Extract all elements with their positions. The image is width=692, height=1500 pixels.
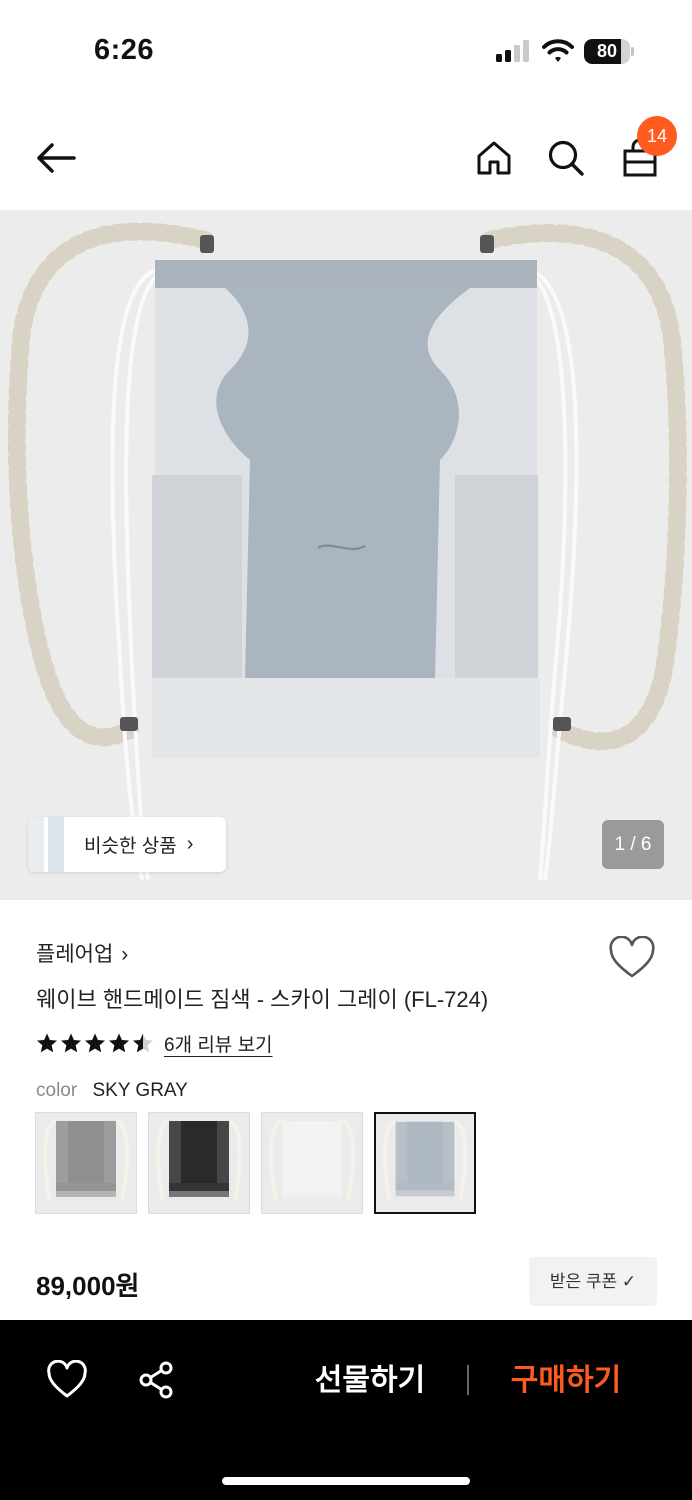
color-swatch-gray[interactable] (35, 1112, 137, 1214)
review-link[interactable]: 6개 리뷰 보기 (164, 1030, 273, 1057)
divider (467, 1365, 469, 1395)
top-nav (0, 110, 692, 206)
search-button[interactable] (542, 134, 590, 182)
battery-level: 80 (596, 41, 618, 61)
image-page-indicator: 1 / 6 (602, 820, 664, 869)
status-bar: 6:26 80 (0, 0, 692, 100)
bottom-action-bar (0, 1320, 692, 1500)
brand-link[interactable]: 플레어업 › (36, 938, 128, 968)
search-icon (548, 140, 584, 176)
product-photo (7, 222, 687, 881)
swatch-thumbnail (156, 1119, 242, 1202)
similar-products-thumbnail (28, 817, 64, 872)
status-time: 6:26 (94, 34, 155, 66)
battery-icon: 80 (584, 39, 634, 64)
brand-name: 플레어업 (36, 943, 114, 966)
gift-button[interactable]: 선물하기 (300, 1358, 440, 1404)
home-icon (477, 141, 511, 175)
star-icon (109, 1033, 129, 1053)
similar-products-label: 비슷한 상품 (84, 836, 177, 857)
signal-icon (496, 40, 529, 62)
home-button[interactable] (470, 134, 518, 182)
star-icon (85, 1033, 105, 1053)
back-arrow-icon (37, 143, 76, 173)
color-value: SKY GRAY (92, 1080, 188, 1101)
buy-button[interactable]: 구매하기 (496, 1358, 636, 1404)
star-icon (133, 1033, 153, 1053)
color-swatch-black[interactable] (148, 1112, 250, 1214)
star-icon (61, 1033, 81, 1053)
product-title: 웨이브 핸드메이드 짐색 - 스카이 그레이 (FL-724) (36, 987, 489, 1012)
swatch-thumbnail (269, 1119, 355, 1202)
color-row: color SKY GRAY (36, 1080, 188, 1102)
swatch-thumbnail (382, 1119, 468, 1201)
wifi-icon (542, 39, 574, 62)
star-icon (37, 1033, 57, 1053)
cart-count-badge: 14 (637, 116, 677, 156)
color-swatch-white[interactable] (261, 1112, 363, 1214)
product-image[interactable] (0, 210, 692, 900)
chevron-right-icon: › (121, 943, 129, 966)
color-label: color (36, 1080, 78, 1101)
color-swatches (35, 1112, 476, 1214)
heart-icon[interactable] (46, 1360, 88, 1400)
color-swatch-sky-gray[interactable] (374, 1112, 476, 1214)
chevron-right-icon: › (186, 833, 194, 855)
back-button[interactable] (32, 134, 80, 182)
received-coupon-button[interactable]: 받은 쿠폰 ✓ (529, 1257, 657, 1306)
wishlist-heart-icon[interactable] (608, 936, 656, 980)
swatch-thumbnail (43, 1119, 129, 1202)
home-indicator (222, 1477, 470, 1485)
similar-products-button[interactable]: 비슷한 상품 › (28, 817, 226, 872)
price: 89,000원 (36, 1271, 140, 1301)
rating-row: 6개 리뷰 보기 (36, 1030, 273, 1056)
star-rating (36, 1032, 154, 1054)
share-icon[interactable] (136, 1360, 178, 1400)
